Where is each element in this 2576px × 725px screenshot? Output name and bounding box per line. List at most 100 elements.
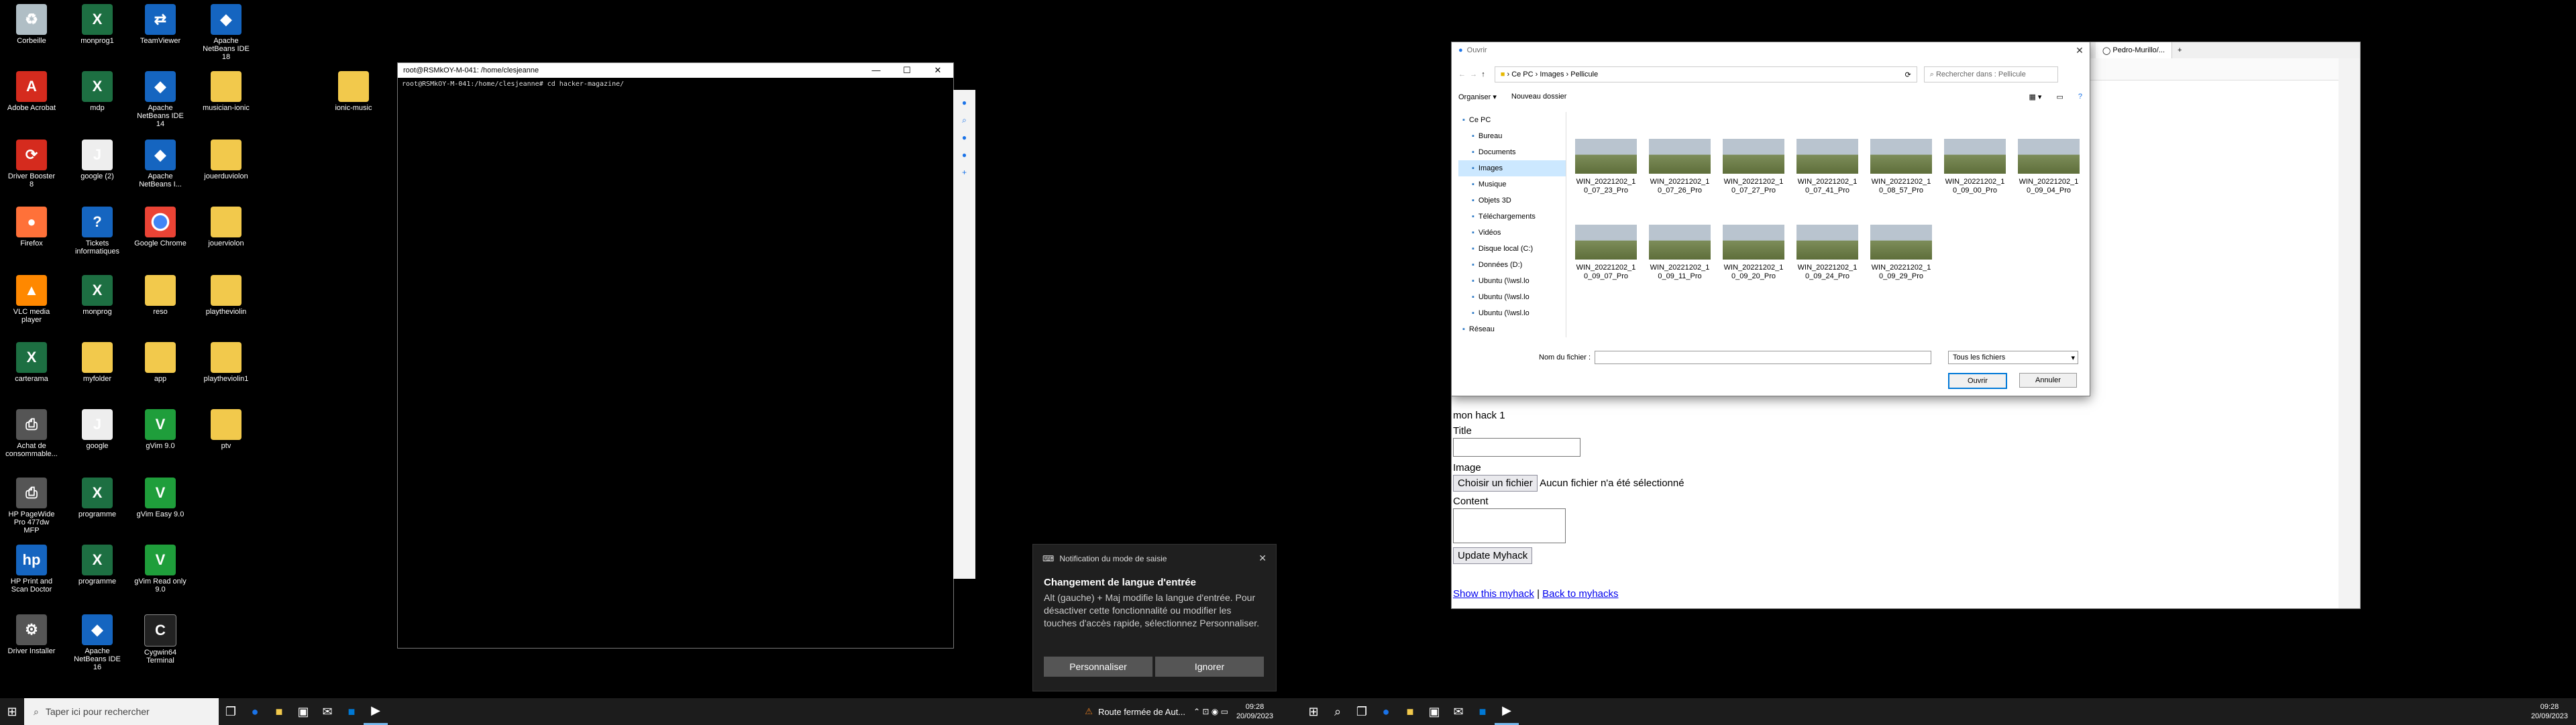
desktop-icon[interactable]: C Cygwin64 Terminal [134,614,186,665]
file-thumbnail[interactable]: WIN_20221202_1 0_09_04_Pro [2015,139,2082,195]
nav-item[interactable]: ▪ Objets 3D [1458,192,1566,209]
outlook-icon[interactable]: ■ [1470,698,1495,725]
filename-input[interactable] [1595,351,1932,364]
dialog-titlebar[interactable]: ● Ouvrir ✕ [1452,42,2090,58]
file-input[interactable]: Choisir un fichier Aucun fichier n'a été… [1453,475,1684,492]
nav-item[interactable]: ▪ Téléchargements [1458,209,1566,225]
nav-item[interactable]: ▪ Réseau [1458,321,1566,337]
desktop-icon[interactable]: ⟳ Driver Booster 8 [5,140,58,188]
back-icon[interactable]: ← [1458,70,1466,78]
file-thumbnail[interactable]: WIN_20221202_1 0_09_11_Pro [1646,225,1713,281]
help-icon[interactable]: ? [2078,93,2082,101]
desktop-icon[interactable]: Xprogramme [71,478,123,518]
ignore-button[interactable]: Ignorer [1155,657,1264,677]
forward-icon[interactable]: → [1470,70,1477,78]
view-icon[interactable]: ▦ ▾ [2029,93,2041,101]
nav-item[interactable]: ▪ Disque local (C:) [1458,241,1566,257]
new-folder-button[interactable]: Nouveau dossier [1511,93,1567,101]
desktop-icon[interactable]: ◆ Apache NetBeans IDE 14 [134,71,186,128]
desktop-icon[interactable]: jouerduviolon [200,140,252,180]
preview-pane-icon[interactable]: ▭ [2056,93,2063,101]
mail-icon[interactable]: ✉ [1446,698,1470,725]
task-view-icon[interactable]: ❐ [219,698,243,725]
open-file-dialog[interactable]: ● Ouvrir ✕ ← → ↑ ■ › Ce PC › Images › Pe… [1451,42,2090,396]
outlook-icon[interactable]: ● [960,150,969,160]
title-input[interactable] [1453,438,1580,457]
up-icon[interactable]: ↑ [1481,70,1485,78]
desktop-icon[interactable]: Google Chrome [134,207,186,247]
nav-item[interactable]: ▪ Vidéos [1458,225,1566,241]
desktop-icon[interactable]: ◆ Apache NetBeans IDE 18 [200,4,252,61]
content-textarea[interactable] [1453,508,1566,543]
clock[interactable]: 09:28 20/09/2023 [2531,702,2568,721]
add-icon[interactable]: + [960,168,969,177]
nav-item[interactable]: ▪ Ubuntu (\\wsl.lo [1458,305,1566,321]
back-link[interactable]: Back to myhacks [1542,588,1618,600]
task-view-icon[interactable]: ❐ [1350,698,1374,725]
mail-icon[interactable]: ✉ [315,698,339,725]
open-button[interactable]: Ouvrir [1948,373,2007,389]
file-thumbnail[interactable]: WIN_20221202_1 0_09_20_Pro [1720,225,1787,281]
desktop-icon[interactable]: Xcarterama [5,342,58,383]
nav-item[interactable]: ▪ Bureau [1458,128,1566,144]
desktop-icon[interactable]: playtheviolin [200,275,252,316]
file-explorer-icon[interactable]: ■ [1398,698,1422,725]
bing-icon[interactable]: ● [960,98,969,107]
desktop-icon[interactable]: ⎙ Achat de consommable... [5,409,58,458]
file-thumbnail[interactable]: WIN_20221202_1 0_07_23_Pro [1572,139,1640,195]
file-thumbnail[interactable]: WIN_20221202_1 0_09_00_Pro [1941,139,2008,195]
outlook-icon[interactable]: ■ [339,698,364,725]
desktop-icon[interactable]: reso [134,275,186,316]
terminal-taskbar-icon[interactable]: ▶ [1495,698,1519,725]
tray-icons[interactable]: ⌃ ⊡ ◉ ▭ [1193,707,1228,716]
file-thumbnail[interactable]: WIN_20221202_1 0_09_29_Pro [1868,225,1935,281]
nav-item[interactable]: ▪ Ce PC [1458,112,1566,128]
desktop-icon[interactable]: app [134,342,186,383]
desktop-icon[interactable]: ⎙ HP PageWide Pro 477dw MFP [5,478,58,535]
desktop-icon[interactable]: hp HP Print and Scan Doctor [5,545,58,594]
desktop-icon[interactable]: ♻ Corbeille [5,4,58,45]
show-link[interactable]: Show this myhack [1453,588,1534,600]
file-explorer-icon[interactable]: ■ [267,698,291,725]
desktop-icon[interactable]: ◆ Apache NetBeans I... [134,140,186,188]
desktop-icon[interactable]: ⇄ TeamViewer [134,4,186,45]
desktop-icon[interactable]: ? Tickets informatiques [71,207,123,256]
search-input[interactable]: ⌕ Rechercher dans : Pellicule [1923,66,2058,82]
refresh-icon[interactable]: ⟳ [1905,70,1911,79]
terminal-titlebar[interactable]: root@RSMkOY-M-041: /home/clesjeanne — ☐ … [398,63,953,78]
file-thumbnail[interactable]: WIN_20221202_1 0_09_24_Pro [1794,225,1861,281]
taskbar-search[interactable]: ⌕ Taper ici pour rechercher [24,698,219,725]
desktop-icon[interactable]: Xmonprog [71,275,123,316]
nav-item[interactable]: ▪ Données (D:) [1458,257,1566,273]
desktop-icon[interactable]: VgVim 9.0 [134,409,186,450]
breadcrumb-item[interactable]: Images [1540,70,1564,78]
desktop-icon[interactable]: Jgoogle (2) [71,140,123,180]
desktop-icon[interactable]: ◆ Apache NetBeans IDE 16 [71,614,123,671]
edge-icon[interactable]: ● [1374,698,1398,725]
nav-item[interactable]: ▪ Documents [1458,144,1566,160]
choose-file-button[interactable]: Choisir un fichier [1453,475,1538,492]
search-icon[interactable]: ⌕ [1326,698,1350,725]
desktop-icon[interactable]: ● Firefox [5,207,58,247]
breadcrumb[interactable]: ■ › Ce PC › Images › Pellicule ⟳ [1494,66,1917,82]
update-button[interactable]: Update Myhack [1453,547,1533,564]
windows-start-icon[interactable]: ⊞ [1301,698,1326,725]
desktop-icon[interactable]: ⚙ Driver Installer [5,614,58,655]
desktop-icon[interactable]: ptv [200,409,252,450]
clock[interactable]: 09:28 20/09/2023 [1236,702,1273,721]
file-thumbnail[interactable]: WIN_20221202_1 0_07_26_Pro [1646,139,1713,195]
close-icon[interactable]: ✕ [1258,553,1267,564]
desktop-icon[interactable]: ▲ VLC media player [5,275,58,324]
desktop-icon[interactable]: VgVim Easy 9.0 [134,478,186,518]
terminal-taskbar-icon[interactable]: ▶ [364,698,388,725]
nav-item[interactable]: ▪ Musique [1458,176,1566,192]
customize-button[interactable]: Personnaliser [1044,657,1152,677]
desktop-icon[interactable]: musician-ionic [200,71,252,112]
file-thumbnail[interactable]: WIN_20221202_1 0_07_27_Pro [1720,139,1787,195]
cancel-button[interactable]: Annuler [2019,373,2077,388]
close-icon[interactable]: ✕ [2070,45,2090,56]
weather-widget[interactable]: ⚠ Route fermée de Aut... [1085,706,1185,717]
tools-icon[interactable]: ● [960,133,969,142]
file-thumbnail[interactable]: WIN_20221202_1 0_08_57_Pro [1868,139,1935,195]
desktop-icon[interactable]: Xprogramme [71,545,123,585]
